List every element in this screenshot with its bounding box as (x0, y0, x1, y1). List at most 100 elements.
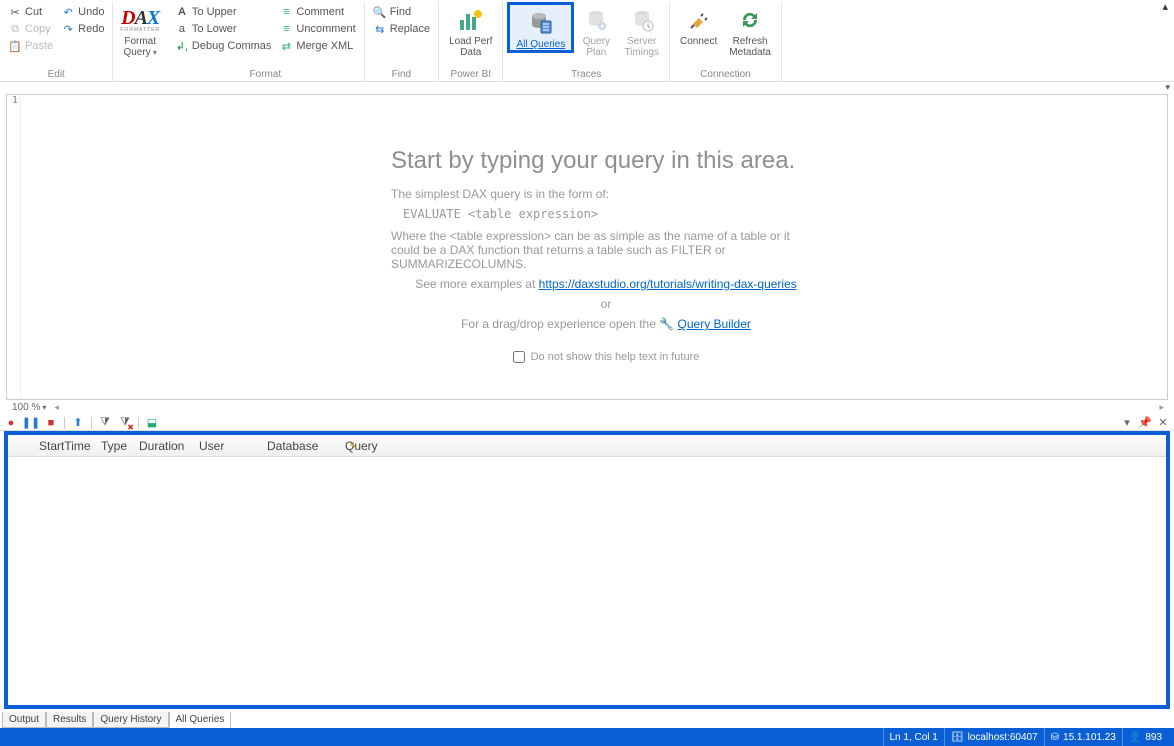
panel-menu-icon[interactable]: ▾ (1120, 416, 1134, 430)
uncomment-label: Uncomment (296, 23, 355, 35)
query-builder-link[interactable]: Query Builder (678, 317, 751, 331)
comment-icon: ≡ (279, 5, 293, 19)
find-button[interactable]: 🔍Find (371, 4, 432, 20)
stop-icon[interactable]: ■ (44, 416, 58, 430)
comment-label: Comment (296, 6, 344, 18)
replace-icon: ⇆ (373, 22, 387, 36)
editor-placeholder: Start by typing your query in this area.… (391, 147, 821, 366)
to-lower-button[interactable]: aTo Lower (173, 21, 273, 37)
redo-button[interactable]: ↷Redo (59, 21, 106, 37)
copy-label: Copy (25, 23, 51, 35)
copy-button[interactable]: ⧉Copy (6, 21, 55, 37)
paste-label: Paste (25, 40, 53, 52)
placeholder-code: EVALUATE <table expression> (403, 207, 821, 221)
line-gutter: 1 (7, 95, 21, 399)
group-label-find: Find (369, 67, 434, 81)
hide-help-label: Do not show this help text in future (531, 351, 700, 363)
hide-help-checkbox[interactable]: Do not show this help text in future (513, 351, 700, 363)
ribbon-group-find: 🔍Find ⇆Replace Find (365, 2, 439, 81)
format-query-label-2: Query (123, 47, 156, 58)
clear-up-icon[interactable]: ⬆ (71, 416, 85, 430)
filter-icon[interactable]: ⧩ (98, 416, 112, 430)
hide-help-input[interactable] (513, 351, 525, 363)
undo-label: Undo (78, 6, 104, 18)
version-icon: ⛁ (1051, 732, 1059, 743)
drag-pre: For a drag/drop experience open the (461, 317, 659, 331)
server-timings-button[interactable]: Server Timings (618, 2, 665, 58)
all-queries-button[interactable]: All Queries (507, 2, 574, 53)
ribbon-overflow-button[interactable]: ▾ (1165, 82, 1170, 93)
undo-icon: ↶ (61, 5, 75, 19)
replace-button[interactable]: ⇆Replace (371, 21, 432, 37)
merge-xml-button[interactable]: ⇄Merge XML (277, 38, 357, 54)
placeholder-intro: The simplest DAX query is in the form of… (391, 187, 821, 201)
query-editor: 1 Start by typing your query in this are… (6, 94, 1168, 400)
load-perf-label: Load Perf Data (449, 36, 492, 58)
column-database[interactable]: Database (257, 435, 335, 456)
hscroll-left[interactable]: ◂ (54, 402, 59, 413)
uncomment-icon: ≡ (279, 22, 293, 36)
column-duration[interactable]: Duration (129, 435, 189, 456)
ribbon-group-format: ATo Upper aTo Lower ↲,Debug Commas ≡Comm… (167, 2, 365, 81)
format-query-button[interactable]: DAX FORMATTER FormatQuery (117, 2, 162, 58)
query-plan-button[interactable]: Query Plan (574, 2, 618, 58)
clear-filter-icon[interactable]: ⧩✖ (118, 416, 132, 430)
toolbar-sep-1 (64, 417, 65, 429)
pause-icon[interactable]: ❚❚ (24, 416, 38, 430)
tab-results[interactable]: Results (46, 712, 93, 728)
group-label-connection: Connection (674, 67, 777, 81)
column-drag-handle[interactable] (8, 435, 29, 456)
tab-output[interactable]: Output (2, 712, 46, 728)
tab-query-history[interactable]: Query History (93, 712, 168, 728)
status-spid: 👤 893 (1122, 728, 1168, 746)
results-header: StartTime Type Duration User Database Qu… (8, 435, 1166, 457)
connect-button[interactable]: Connect (674, 2, 723, 47)
paste-button[interactable]: 📋Paste (6, 38, 55, 54)
redo-icon: ↷ (61, 22, 75, 36)
status-version: ⛁15.1.101.23 (1044, 728, 1122, 746)
merge-xml-label: Merge XML (296, 40, 353, 52)
user-icon: 👤 (1129, 732, 1141, 743)
clipboard-icon: 📋 (8, 39, 22, 53)
uncomment-button[interactable]: ≡Uncomment (277, 21, 357, 37)
column-starttime[interactable]: StartTime (29, 435, 91, 456)
column-query[interactable]: Query ↖ (335, 435, 1166, 456)
connect-label: Connect (680, 36, 717, 47)
export-icon[interactable]: ⬓ (145, 416, 159, 430)
clock-icon (626, 6, 658, 34)
pin-icon[interactable]: 📌 (1138, 416, 1152, 430)
debug-commas-button[interactable]: ↲,Debug Commas (173, 38, 273, 54)
comment-button[interactable]: ≡Comment (277, 4, 357, 20)
undo-button[interactable]: ↶Undo (59, 4, 106, 20)
record-icon[interactable]: ● (4, 416, 18, 430)
status-spid-text: 893 (1145, 732, 1162, 743)
cut-button[interactable]: ✂Cut (6, 4, 55, 20)
load-perf-data-button[interactable]: Load Perf Data (443, 2, 498, 58)
hscroll-right[interactable]: ▸ (1159, 402, 1164, 413)
ribbon-collapse-chevron[interactable]: ▴ (1162, 0, 1168, 13)
bottom-tabs: Output Results Query History All Queries (2, 712, 231, 728)
refresh-label: Refresh Metadata (729, 36, 771, 58)
close-panel-icon[interactable]: ✕ (1156, 416, 1170, 430)
all-queries-panel: StartTime Type Duration User Database Qu… (4, 431, 1170, 709)
examples-pre: See more examples at (415, 277, 538, 291)
ribbon-group-connection: Connect Refresh Metadata Connection (670, 2, 782, 81)
ribbon-group-powerbi: Load Perf Data Power BI (439, 2, 503, 81)
placeholder-where: Where the <table expression> can be as s… (391, 229, 821, 271)
refresh-metadata-button[interactable]: Refresh Metadata (723, 2, 777, 58)
column-user[interactable]: User (189, 435, 257, 456)
all-queries-label: All Queries (516, 39, 565, 50)
editor-body[interactable]: Start by typing your query in this area.… (21, 95, 1167, 399)
tab-all-queries[interactable]: All Queries (169, 712, 232, 728)
to-upper-button[interactable]: ATo Upper (173, 4, 273, 20)
results-body[interactable] (8, 457, 1166, 705)
zoom-level[interactable]: 100 % (12, 402, 40, 413)
query-plan-label: Query Plan (583, 36, 610, 58)
tutorials-link[interactable]: https://daxstudio.org/tutorials/writing-… (539, 277, 797, 291)
column-query-label: Query (345, 439, 378, 453)
find-label: Find (390, 6, 411, 18)
merge-icon: ⇄ (279, 39, 293, 53)
cut-label: Cut (25, 6, 42, 18)
column-type[interactable]: Type (91, 435, 129, 456)
toolbar-sep-2 (91, 417, 92, 429)
